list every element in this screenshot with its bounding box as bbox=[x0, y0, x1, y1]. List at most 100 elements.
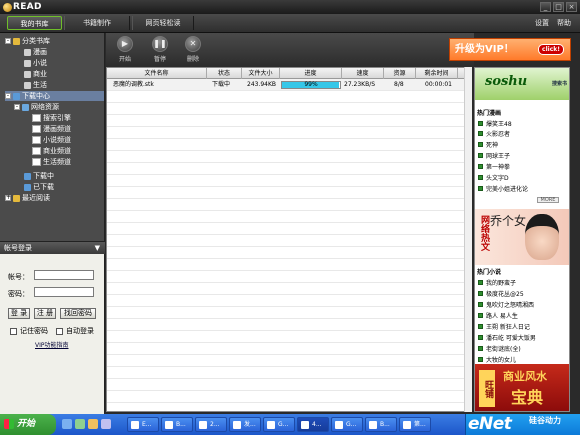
hot-comic-item[interactable]: 火影忍者 bbox=[478, 129, 510, 138]
taskbar-item[interactable]: B... bbox=[161, 417, 193, 432]
column-header-size[interactable]: 文件大小 bbox=[242, 68, 280, 79]
desktop-icon[interactable] bbox=[75, 419, 85, 429]
column-header-status[interactable]: 状态 bbox=[207, 68, 242, 79]
taskbar-item[interactable]: 第... bbox=[399, 417, 431, 432]
column-header-speed[interactable]: 速度 bbox=[342, 68, 384, 79]
book-icon bbox=[24, 48, 31, 56]
hot-comic-item[interactable]: 第一神拳 bbox=[478, 162, 510, 171]
column-header-resources[interactable]: 资源 bbox=[384, 68, 416, 79]
hot-comic-item[interactable]: 完美小姐进化论 bbox=[478, 184, 528, 193]
collapse-icon[interactable]: - bbox=[5, 38, 11, 44]
taskbar-item[interactable]: E... bbox=[127, 417, 159, 432]
pause-button[interactable]: ❚❚ 暂停 bbox=[150, 36, 170, 63]
column-header-remaining[interactable]: 剩余时间 bbox=[416, 68, 458, 79]
login-button[interactable]: 登 录 bbox=[8, 308, 30, 319]
tree-node-web-resources[interactable]: - 网络资源 bbox=[14, 102, 59, 112]
hot-comic-item[interactable]: 头文字D bbox=[478, 173, 509, 182]
hot-novel-item[interactable]: 老街谜底(全) bbox=[478, 344, 521, 353]
hot-novel-item[interactable]: 王朔 新狂人日记 bbox=[478, 322, 530, 331]
column-header-name[interactable]: 文件名称 bbox=[107, 68, 207, 79]
page-icon bbox=[32, 114, 41, 122]
table-header: 文件名称 状态 文件大小 进度 速度 资源 剩余时间 bbox=[107, 68, 471, 79]
bullet-icon bbox=[478, 121, 483, 126]
tree-node-novel-channel[interactable]: 小说频道 bbox=[32, 135, 71, 145]
taskbar-item[interactable]: 2... bbox=[195, 417, 227, 432]
tab-web-reading[interactable]: 网页轻松读 bbox=[132, 16, 194, 30]
table-scrollbar[interactable] bbox=[464, 67, 472, 412]
hot-novel-item[interactable]: 我的野蛮子 bbox=[478, 278, 516, 287]
expand-icon[interactable]: + bbox=[5, 195, 11, 201]
cell-status: 下载中 bbox=[212, 81, 231, 88]
app-window: READ _ □ × 我的书库 书籍制作 网页轻松读 设置 帮助 - 分类书库 漫… bbox=[0, 0, 580, 435]
taskbar-item[interactable]: B... bbox=[365, 417, 397, 432]
hot-novel-item[interactable]: 极度花丛@25 bbox=[478, 289, 524, 298]
tree-node-recent[interactable]: + 最近阅读 bbox=[5, 193, 50, 203]
checkbox-box[interactable] bbox=[10, 327, 17, 335]
password-input[interactable] bbox=[34, 287, 94, 297]
tree-node-download-center[interactable]: - 下载中心 bbox=[5, 91, 104, 101]
tree-node-library[interactable]: - 分类书库 bbox=[5, 36, 50, 46]
tree-node-search-engine[interactable]: 搜索引擎 bbox=[32, 113, 71, 123]
window-icon bbox=[165, 421, 173, 429]
hot-comic-item[interactable]: 死神 bbox=[478, 140, 498, 149]
tree-node-downloaded[interactable]: 已下载 bbox=[24, 182, 54, 192]
upgrade-vip-banner[interactable]: 升级为VIP！ click! bbox=[449, 38, 571, 61]
register-button[interactable]: 注 册 bbox=[34, 308, 56, 319]
hot-comic-item[interactable]: 爆笑王48 bbox=[478, 119, 512, 128]
hot-novel-label: 王朔 新狂人日记 bbox=[486, 324, 530, 331]
collapse-icon[interactable]: - bbox=[5, 93, 11, 99]
empty-row bbox=[107, 355, 471, 367]
minimize-button[interactable]: _ bbox=[540, 2, 551, 12]
hot-novel-item[interactable]: 鬼吹灯之怒晴湘西 bbox=[478, 300, 534, 309]
soshu-logo[interactable]: soshu 搜索书 bbox=[475, 68, 569, 100]
column-header-progress[interactable]: 进度 bbox=[280, 68, 342, 79]
tab-my-library[interactable]: 我的书库 bbox=[7, 16, 62, 30]
media-icon[interactable] bbox=[101, 419, 111, 429]
taskbar-item[interactable]: G... bbox=[263, 417, 295, 432]
tree-node-life[interactable]: 生活 bbox=[24, 80, 47, 90]
pause-label: 暂停 bbox=[153, 56, 166, 63]
feng-shui-ad-banner[interactable]: 旺铺 商业风水 宝典 bbox=[475, 364, 569, 411]
tree-node-business[interactable]: 商业 bbox=[24, 69, 47, 79]
hot-novel-item[interactable]: 路人 易人生 bbox=[478, 311, 518, 320]
close-button[interactable]: × bbox=[566, 2, 577, 12]
tree-node-comic-channel[interactable]: 漫画频道 bbox=[32, 124, 71, 134]
taskbar-item[interactable]: G... bbox=[331, 417, 363, 432]
tree-node-life-channel[interactable]: 生活频道 bbox=[32, 157, 71, 167]
checkbox-box[interactable] bbox=[56, 327, 63, 335]
tree-node-downloading[interactable]: 下载中 bbox=[24, 171, 54, 181]
cell-speed: 27.23KB/S bbox=[344, 81, 376, 88]
hot-novel-item[interactable]: 潘石屹 可爱大饭男 bbox=[478, 333, 536, 342]
empty-row bbox=[107, 391, 471, 403]
hot-comic-item[interactable]: 网球王子 bbox=[478, 151, 510, 160]
folder-icon[interactable] bbox=[88, 419, 98, 429]
start-button[interactable]: 开始 bbox=[0, 414, 56, 435]
tree-label: 下载中 bbox=[33, 172, 54, 180]
maximize-button[interactable]: □ bbox=[553, 2, 564, 12]
tab-book-making[interactable]: 书籍制作 bbox=[64, 16, 130, 30]
taskbar-item[interactable]: 发... bbox=[229, 417, 261, 432]
account-input[interactable] bbox=[34, 270, 94, 280]
delete-button[interactable]: ✕ 删除 bbox=[183, 36, 203, 63]
collapse-icon[interactable]: - bbox=[14, 104, 20, 110]
novel-ad-banner[interactable]: 网络热文 乔个女 bbox=[475, 209, 569, 265]
tree-node-novels[interactable]: 小说 bbox=[24, 58, 47, 68]
tree-node-business-channel[interactable]: 商业频道 bbox=[32, 146, 71, 156]
help-link[interactable]: 帮助 bbox=[557, 18, 571, 28]
click-badge[interactable]: click! bbox=[538, 44, 564, 55]
auto-login-checkbox[interactable]: 自动登录 bbox=[56, 326, 94, 336]
remember-password-checkbox[interactable]: 记住密码 bbox=[10, 326, 48, 336]
more-comics-button[interactable]: MORE bbox=[537, 197, 559, 203]
vip-guide-link[interactable]: VIP功能指南 bbox=[35, 340, 69, 349]
hot-novel-item[interactable]: 大牧的女儿 bbox=[478, 355, 516, 364]
login-panel-header[interactable]: 帐号登录 ▼ bbox=[0, 241, 105, 254]
recover-password-button[interactable]: 找回密码 bbox=[60, 308, 96, 319]
taskbar-item-active[interactable]: 4... bbox=[297, 417, 329, 432]
ie-icon[interactable] bbox=[62, 419, 72, 429]
start-button[interactable]: ▶ 开始 bbox=[115, 36, 135, 63]
bullet-icon bbox=[478, 175, 483, 180]
page-icon bbox=[32, 158, 41, 166]
folder-icon bbox=[13, 37, 20, 45]
tree-node-comics[interactable]: 漫画 bbox=[24, 47, 47, 57]
settings-link[interactable]: 设置 bbox=[535, 18, 549, 28]
